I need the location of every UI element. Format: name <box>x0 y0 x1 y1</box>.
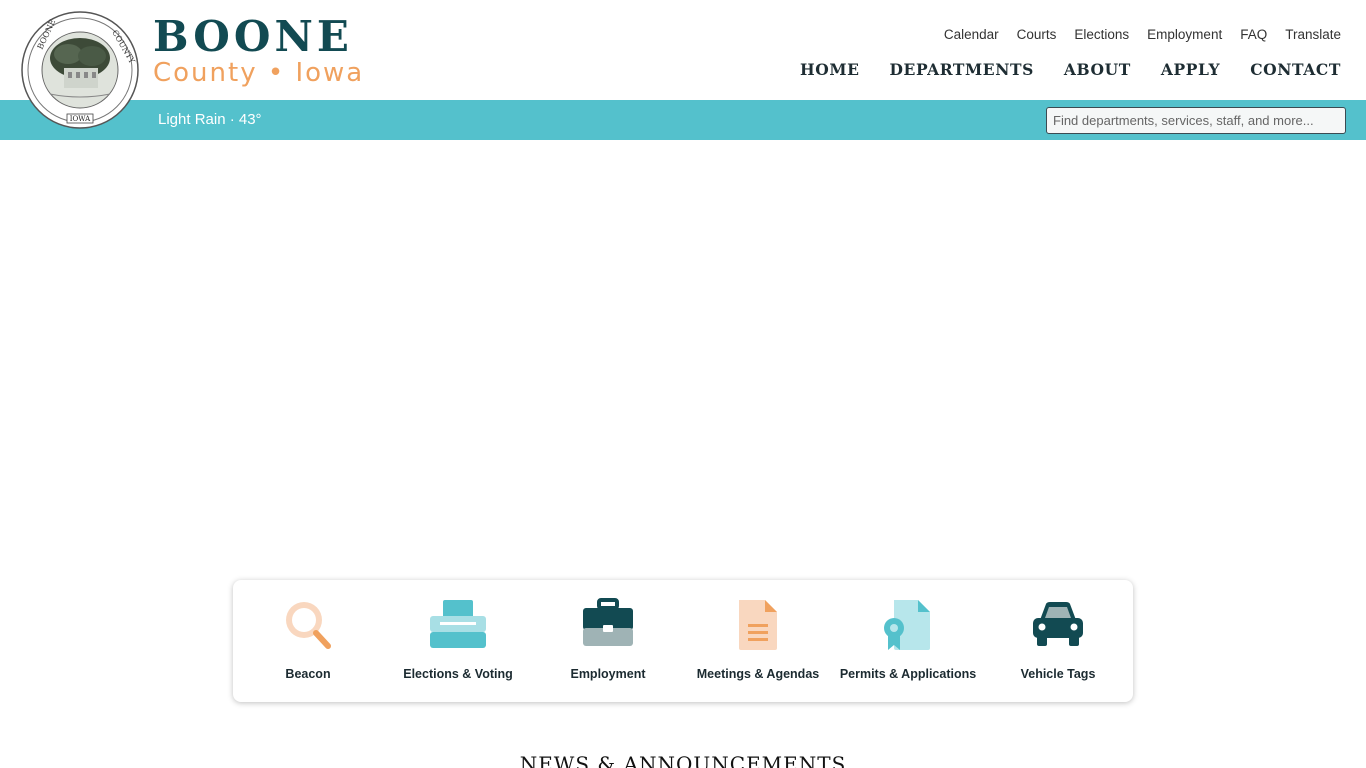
quick-link-vehicle-tags[interactable]: Vehicle Tags <box>983 598 1133 682</box>
nav-about[interactable]: ABOUT <box>1064 60 1131 79</box>
weather-readout: Light Rain · 43° <box>158 111 262 128</box>
quick-link-label: Elections & Voting <box>403 667 513 681</box>
quick-link-label: Beacon <box>285 667 331 681</box>
utility-link-courts[interactable]: Courts <box>1017 27 1057 42</box>
utility-link-faq[interactable]: FAQ <box>1240 27 1267 42</box>
utility-nav: Calendar Courts Elections Employment FAQ… <box>944 27 1341 42</box>
brand-name: BOONE <box>153 12 353 61</box>
car-icon <box>1033 602 1083 646</box>
quick-links-panel: Beacon Elections & Voting Employment Mee <box>233 580 1133 702</box>
briefcase-icon <box>583 598 633 646</box>
brand-subtitle: County • Iowa <box>153 58 365 88</box>
quick-link-beacon[interactable]: Beacon <box>233 598 383 682</box>
quick-link-label: Vehicle Tags <box>1020 667 1096 681</box>
weather-search-bar: Light Rain · 43° <box>0 100 1366 140</box>
news-heading: NEWS & ANNOUNCEMENTS <box>519 752 847 768</box>
nav-contact[interactable]: CONTACT <box>1250 60 1341 79</box>
utility-link-employment[interactable]: Employment <box>1147 27 1222 42</box>
magnifier-icon <box>286 602 331 649</box>
nav-home[interactable]: HOME <box>800 60 860 79</box>
utility-link-elections[interactable]: Elections <box>1074 27 1129 42</box>
quick-link-permits-applications[interactable]: Permits & Applications <box>833 598 983 682</box>
nav-apply[interactable]: APPLY <box>1161 60 1220 79</box>
nav-departments[interactable]: DEPARTMENTS <box>890 60 1034 79</box>
document-icon <box>739 600 777 650</box>
site-header: IOWA BOONE COUNTY BOONE County • Iowa Ca… <box>0 0 1366 129</box>
quick-link-label: Employment <box>570 667 646 681</box>
utility-link-calendar[interactable]: Calendar <box>944 27 999 42</box>
site-brand[interactable]: BOONE County • Iowa <box>153 12 365 89</box>
quick-link-meetings-agendas[interactable]: Meetings & Agendas <box>683 598 833 682</box>
quick-link-label: Permits & Applications <box>839 667 977 681</box>
quick-link-label: Meetings & Agendas <box>696 667 820 681</box>
certificate-icon <box>884 600 930 650</box>
county-seal-logo[interactable]: IOWA BOONE COUNTY <box>20 10 140 130</box>
search-input[interactable] <box>1046 107 1346 134</box>
main-nav: HOME DEPARTMENTS ABOUT APPLY CONTACT <box>800 60 1341 79</box>
utility-link-translate[interactable]: Translate <box>1285 27 1341 42</box>
svg-text:IOWA: IOWA <box>70 115 91 123</box>
quick-link-elections-voting[interactable]: Elections & Voting <box>383 598 533 682</box>
quick-link-employment[interactable]: Employment <box>533 598 683 682</box>
ballot-box-icon <box>430 600 486 648</box>
